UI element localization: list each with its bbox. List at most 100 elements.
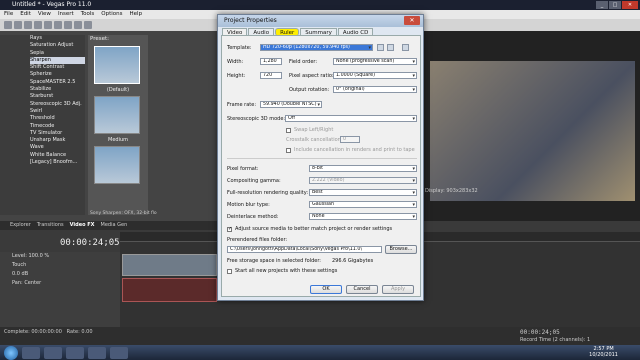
tab-video-fx[interactable]: Video FX: [70, 221, 95, 230]
stereo-3d-dropdown[interactable]: Off: [285, 115, 417, 122]
paste-icon[interactable]: [84, 21, 92, 29]
taskbar-vegas-icon[interactable]: [88, 346, 106, 359]
fx-list-item[interactable]: SpaceMASTER 2.5: [30, 79, 85, 86]
save-icon[interactable]: [24, 21, 32, 29]
track-touch[interactable]: Touch: [0, 261, 120, 270]
deinterlace-dropdown[interactable]: None: [309, 213, 417, 220]
menu-view[interactable]: View: [38, 10, 51, 19]
menu-help[interactable]: Help: [130, 10, 143, 19]
preset-label: Preset:: [90, 36, 110, 42]
fx-list-item[interactable]: Threshold: [30, 115, 85, 122]
pan-value[interactable]: Center: [24, 280, 41, 286]
height-field[interactable]: 720: [260, 72, 282, 79]
video-clip[interactable]: [122, 254, 217, 276]
fx-list-item[interactable]: Sharpen: [30, 56, 85, 65]
taskbar-explorer-icon[interactable]: [44, 346, 62, 359]
close-button[interactable]: ✕: [622, 1, 638, 9]
field-order-dropdown[interactable]: None (progressive scan): [333, 58, 417, 65]
field-order-label: Field order:: [289, 59, 318, 65]
include-cancellation-label: Include cancellation in renders and prin…: [294, 147, 415, 153]
prerendered-label: Prerendered files folder:: [227, 237, 288, 243]
fx-list-item[interactable]: TV Simulator: [30, 130, 85, 137]
menu-edit[interactable]: Edit: [20, 10, 31, 19]
width-label: Width:: [227, 59, 244, 65]
taskbar-app-icon[interactable]: [110, 346, 128, 359]
menu-insert[interactable]: Insert: [58, 10, 74, 19]
track-level[interactable]: Level: 100.0 %: [0, 252, 120, 261]
undo-icon[interactable]: [44, 21, 52, 29]
width-field[interactable]: 1,280: [260, 58, 282, 65]
taskbar-ie-icon[interactable]: [22, 346, 40, 359]
match-media-icon[interactable]: [402, 44, 409, 51]
fx-list-item[interactable]: Rays: [30, 35, 85, 42]
start-button[interactable]: [4, 345, 18, 360]
cut-icon[interactable]: [64, 21, 72, 29]
output-rotation-dropdown[interactable]: 0° (original): [333, 86, 417, 93]
new-icon[interactable]: [4, 21, 12, 29]
taskbar-clock[interactable]: 2:57 PM 10/20/2011: [589, 346, 618, 358]
copy-icon[interactable]: [74, 21, 82, 29]
template-label: Template:: [227, 45, 252, 51]
maximize-button[interactable]: □: [609, 1, 621, 9]
fx-list-item[interactable]: Starburst: [30, 93, 85, 100]
tab-media-generators[interactable]: Media Gen: [101, 221, 128, 230]
menu-tools[interactable]: Tools: [81, 10, 95, 19]
render-quality-dropdown[interactable]: Best: [309, 189, 417, 196]
start-new-projects-checkbox[interactable]: [227, 269, 232, 274]
fx-list-item[interactable]: Timecode: [30, 123, 85, 130]
fx-list-item[interactable]: [Legacy] Bnoofm...: [30, 159, 85, 166]
menu-options[interactable]: Options: [101, 10, 122, 19]
tab-explorer[interactable]: Explorer: [10, 221, 31, 230]
redo-icon[interactable]: [54, 21, 62, 29]
fx-list-item[interactable]: Wave: [30, 144, 85, 151]
prerendered-folder-field[interactable]: C:\Users\johngotti\AppData\Local\Sony\Ve…: [227, 246, 382, 253]
render-icon[interactable]: [34, 21, 42, 29]
record-time: Record Time (2 channels): 1: [520, 337, 591, 343]
fx-list-item[interactable]: Stereoscopic 3D Adj.: [30, 101, 85, 108]
menu-file[interactable]: File: [4, 10, 13, 19]
dialog-title-bar: Project Properties ✕: [218, 15, 423, 27]
preset-thumb-low[interactable]: [94, 146, 140, 184]
fx-list-item[interactable]: White Balance: [30, 152, 85, 159]
fx-list-item[interactable]: Stabilize: [30, 86, 85, 93]
audio-clip[interactable]: [122, 278, 217, 302]
app-title: Untitled * - Vegas Pro 11.0: [12, 1, 92, 8]
adjust-source-checkbox[interactable]: [227, 226, 232, 232]
ok-button[interactable]: OK: [310, 285, 342, 294]
preset-thumb-medium[interactable]: [94, 96, 140, 134]
motion-blur-label: Motion blur type:: [227, 202, 270, 208]
save-template-icon[interactable]: [377, 44, 384, 51]
pixel-aspect-dropdown[interactable]: 1.0000 (Square): [333, 72, 417, 79]
fx-list-item[interactable]: Saturation Adjust: [30, 42, 85, 49]
cancel-button[interactable]: Cancel: [346, 285, 378, 294]
include-cancellation-checkbox[interactable]: [286, 148, 291, 153]
open-icon[interactable]: [14, 21, 22, 29]
fx-list-item[interactable]: Sepia: [30, 50, 85, 57]
minimize-button[interactable]: _: [596, 1, 608, 9]
frame-rate-dropdown[interactable]: 59.940 (Double NTSC): [260, 101, 322, 108]
fx-list-item[interactable]: Spherize: [30, 71, 85, 78]
swap-left-right-checkbox[interactable]: [286, 128, 291, 133]
dialog-close-button[interactable]: ✕: [404, 16, 420, 25]
free-space-label: Free storage space in selected folder:: [227, 258, 321, 264]
frame-rate-label: Frame rate:: [227, 102, 257, 108]
render-quality-label: Full-resolution rendering quality:: [227, 190, 309, 196]
fx-list-item[interactable]: Unsharp Mask: [30, 137, 85, 144]
motion-blur-dropdown[interactable]: Gaussian: [309, 201, 417, 208]
taskbar-media-icon[interactable]: [66, 346, 84, 359]
template-dropdown[interactable]: HD 720-60p (1280x720, 59.940 fps): [260, 44, 373, 51]
preset-thumb-default[interactable]: [94, 46, 140, 84]
apply-button[interactable]: Apply: [382, 285, 414, 294]
tab-transitions[interactable]: Transitions: [37, 221, 64, 230]
fx-list-item[interactable]: Shift Contrast: [30, 64, 85, 71]
browse-button[interactable]: Browse...: [385, 245, 417, 254]
preset-panel: Preset: (Default) Medium: [88, 35, 148, 215]
pixel-format-dropdown[interactable]: 8-bit: [309, 165, 417, 172]
pan-label: Pan:: [12, 280, 23, 286]
preset-medium-label: Medium: [108, 137, 128, 143]
fx-list-item[interactable]: Swirl: [30, 108, 85, 115]
crosstalk-field[interactable]: 0: [340, 136, 360, 143]
compositing-gamma-dropdown[interactable]: 2.222 (Video): [309, 177, 417, 184]
fx-list: Rays Saturation Adjust Sepia Sharpen Shift C…: [0, 35, 85, 215]
delete-template-icon[interactable]: [387, 44, 394, 51]
